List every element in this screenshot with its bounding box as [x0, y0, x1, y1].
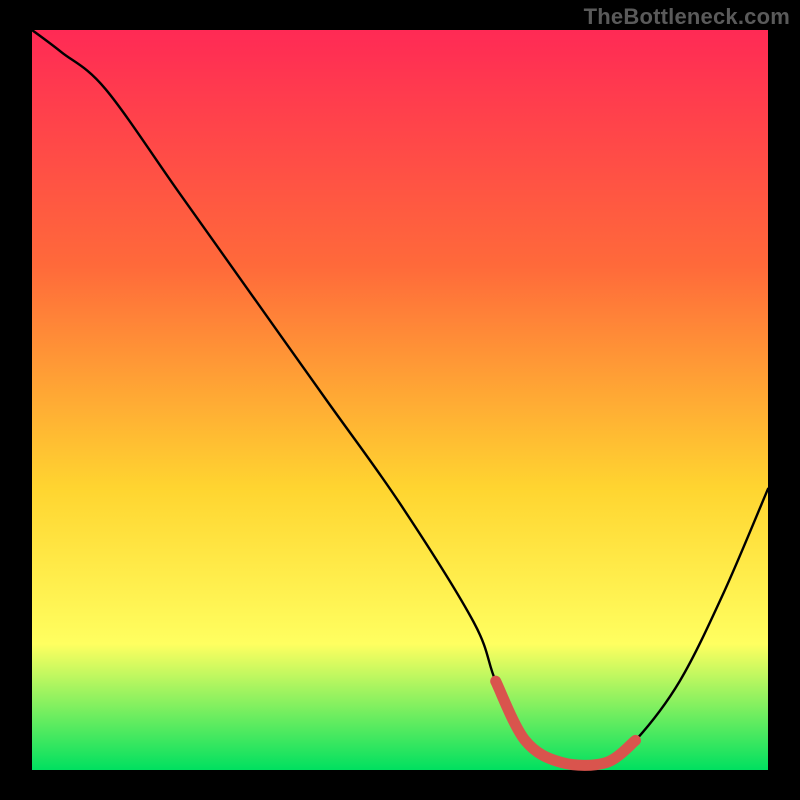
- bottleneck-chart: [0, 0, 800, 800]
- chart-container: TheBottleneck.com: [0, 0, 800, 800]
- watermark-text: TheBottleneck.com: [584, 4, 790, 30]
